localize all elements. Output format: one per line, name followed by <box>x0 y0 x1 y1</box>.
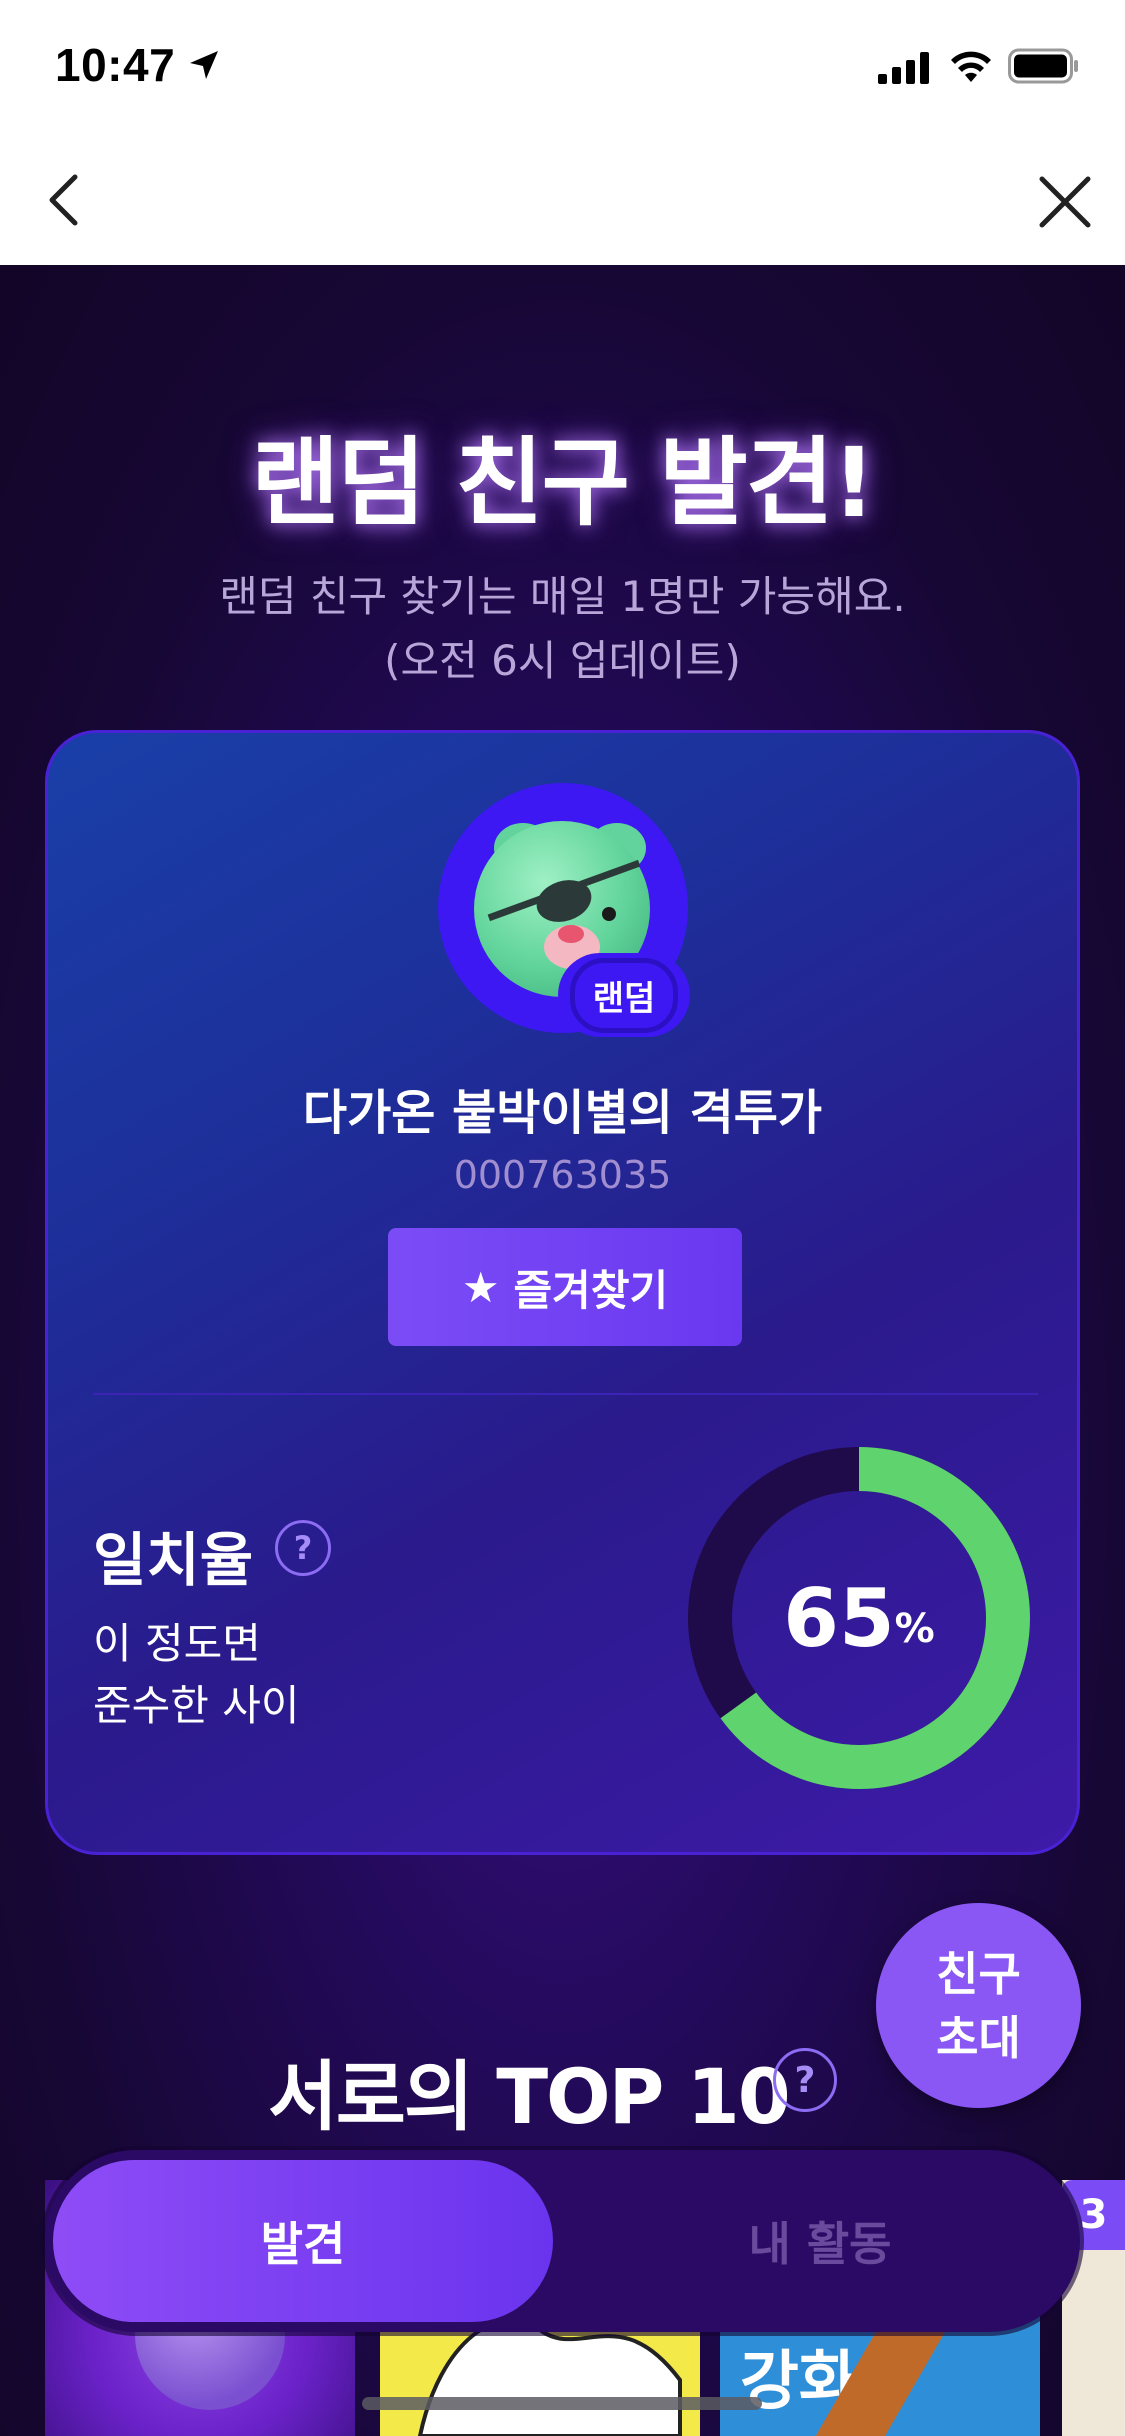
cellular-signal-icon <box>878 52 929 84</box>
subtitle-line-1: 랜덤 친구 찾기는 매일 1명만 가능해요. <box>219 572 906 621</box>
close-icon[interactable] <box>1030 167 1100 237</box>
match-description: 이 정도면 준수한 사이 <box>93 1613 300 1737</box>
tab-discover[interactable]: 발견 <box>53 2160 553 2322</box>
match-rate-title: 일치율 <box>93 1526 254 1594</box>
page-subtitle: 랜덤 친구 찾기는 매일 1명만 가능해요. (오전 6시 업데이트) <box>0 565 1125 693</box>
match-rate-value: 65 % <box>684 1443 1034 1793</box>
avatar[interactable]: 랜덤 <box>438 783 690 1037</box>
status-time: 10:47 <box>55 39 176 91</box>
match-desc-line-1: 이 정도면 <box>93 1619 261 1668</box>
invite-line-1: 친구 <box>936 1946 1021 2001</box>
bear-nose <box>558 925 584 943</box>
match-rate-number: 65 <box>783 1571 895 1665</box>
location-arrow-icon <box>190 51 218 79</box>
star-icon: ★ <box>461 1262 500 1312</box>
back-chevron-icon[interactable] <box>30 165 100 235</box>
random-badge-label: 랜덤 <box>569 957 679 1033</box>
battery-icon <box>1008 48 1078 84</box>
subtitle-line-2: (오전 6시 업데이트) <box>384 636 741 685</box>
match-rate-percent-sign: % <box>894 1606 935 1652</box>
random-badge: 랜덤 <box>558 953 690 1037</box>
favorite-label: 즐겨찾기 <box>513 1265 669 1315</box>
help-icon[interactable]: ? <box>275 1520 331 1576</box>
bottom-tab-bar: 발견 내 활동 <box>45 2150 1080 2332</box>
match-desc-line-2: 준수한 사이 <box>93 1681 300 1730</box>
top10-title: 서로의 TOP 10 <box>268 2052 791 2141</box>
friend-name: 다가온 붙박이별의 격투가 <box>302 1085 823 1141</box>
invite-line-2: 초대 <box>936 2010 1021 2065</box>
top10-help-icon[interactable]: ? <box>773 2048 837 2112</box>
favorite-button[interactable]: ★ 즐겨찾기 <box>388 1228 742 1346</box>
page-title: 랜덤 친구 발견! <box>251 427 876 539</box>
status-bar: 10:47 <box>0 0 1125 135</box>
wifi-icon <box>951 51 991 82</box>
tab-my-activity[interactable]: 내 활동 <box>565 2160 1075 2322</box>
bear-eye <box>602 907 616 921</box>
invite-friend-button[interactable]: 친구 초대 <box>876 1903 1081 2108</box>
main-content: 랜덤 친구 발견! 랜덤 친구 찾기는 매일 1명만 가능해요. (오전 6시 … <box>0 265 1125 2436</box>
friend-card: 랜덤 다가온 붙박이별의 격투가 000763035 ★ 즐겨찾기 일치율 ? … <box>45 730 1080 1855</box>
friend-id: 000763035 <box>453 1153 672 1197</box>
navigation-bar <box>0 135 1125 265</box>
home-indicator[interactable] <box>362 2397 762 2410</box>
divider <box>93 1393 1038 1395</box>
